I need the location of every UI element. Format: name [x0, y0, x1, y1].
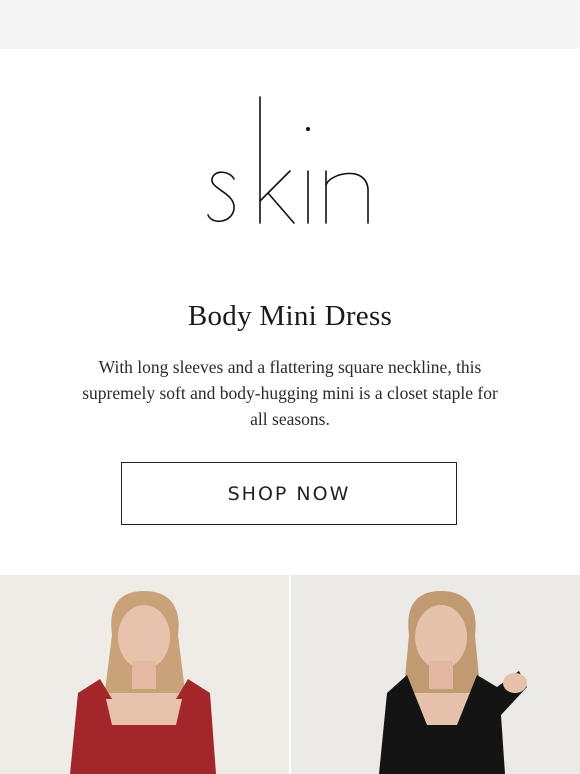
- top-bar: [0, 0, 580, 49]
- brand-logo[interactable]: [0, 49, 580, 279]
- product-image-red-dress[interactable]: [0, 575, 289, 774]
- product-description: With long sleeves and a flattering squar…: [82, 357, 498, 429]
- product-image-row: [0, 575, 580, 774]
- headline: Body Mini Dress: [187, 300, 393, 332]
- shop-now-button[interactable]: SHOP NOW: [121, 462, 457, 525]
- product-image-black-dress[interactable]: [291, 575, 580, 774]
- skin-wordmark-icon: [207, 96, 369, 224]
